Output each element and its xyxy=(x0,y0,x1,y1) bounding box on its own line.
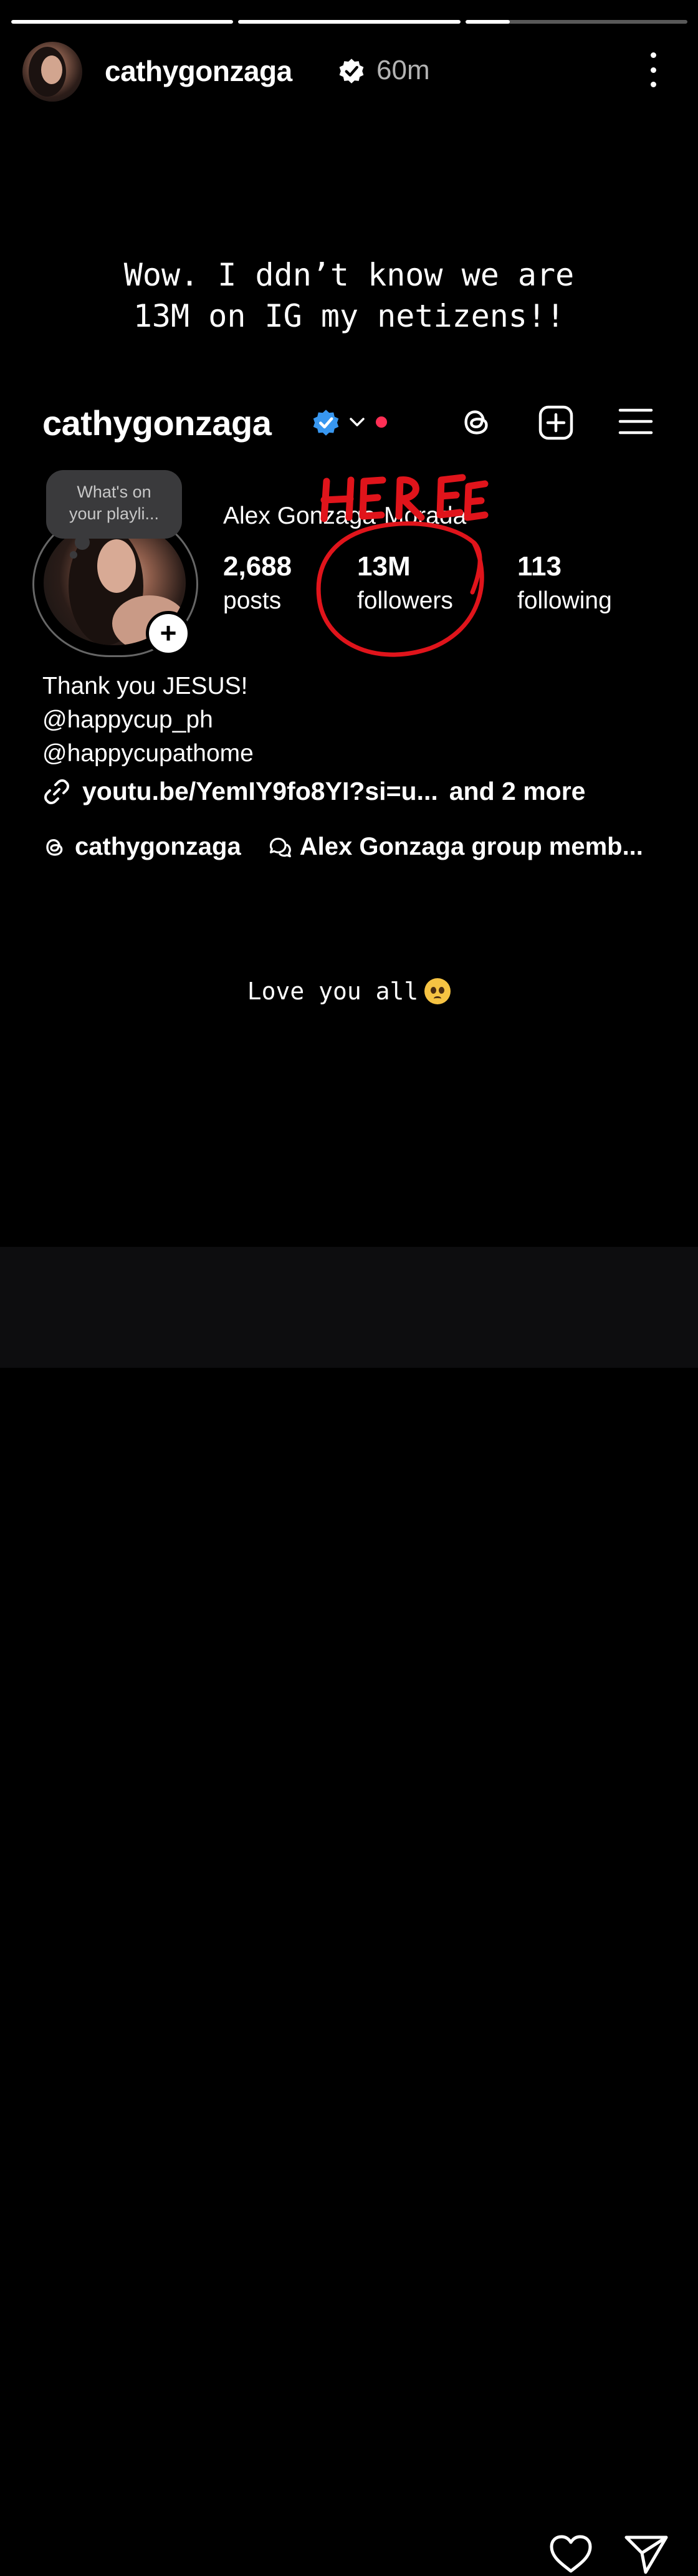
stat-followers: 13M followers xyxy=(357,551,453,615)
note-bubble-tail-small xyxy=(70,551,77,559)
caption-line-2: 13M on IG my netizens!! xyxy=(133,298,565,334)
profile-link-text: youtu.be/YemIY9fo8YI?si=u... xyxy=(82,777,438,805)
note-bubble: What's on your playli... xyxy=(46,470,182,539)
stat-posts: 2,688 posts xyxy=(223,551,292,615)
bio-line-2: @happycup_ph xyxy=(42,706,213,733)
progress-fill-3 xyxy=(465,20,510,24)
threads-handle: cathygonzaga xyxy=(75,833,241,860)
profile-verified-icon xyxy=(313,410,339,436)
story-viewer: cathygonzaga 60m Wow. I ddn’t know we ar… xyxy=(0,0,698,1247)
hamburger-menu-icon xyxy=(618,408,653,435)
story-progress xyxy=(11,20,687,24)
following-label: following xyxy=(517,587,612,614)
story-author-avatar[interactable] xyxy=(22,42,82,102)
threads-small-icon xyxy=(46,839,63,856)
chevron-down-icon xyxy=(350,418,365,426)
posts-label: posts xyxy=(223,587,282,614)
profile-full-name: Alex Gonzaga-Morada xyxy=(223,502,467,529)
profile-threads-row: cathygonzaga Alex Gonzaga group memb... xyxy=(42,833,643,861)
verified-badge-icon xyxy=(339,59,364,84)
following-count: 113 xyxy=(517,551,562,582)
followers-label: followers xyxy=(357,587,453,614)
caption-line-1: Wow. I ddn’t know we are xyxy=(123,257,575,293)
link-icon xyxy=(44,779,69,804)
group-chat-icon xyxy=(269,837,291,857)
progress-fill-1 xyxy=(11,20,234,24)
pleading-face-emoji-icon xyxy=(424,978,451,1004)
group-label: Alex Gonzaga group memb... xyxy=(299,833,643,860)
bio-line-3: @happycupathome xyxy=(42,740,254,767)
love-text: Love you all xyxy=(247,978,419,1005)
add-story-plus-icon: + xyxy=(146,611,191,656)
love-message: Love you all xyxy=(0,978,698,1005)
progress-segment-1 xyxy=(11,20,234,24)
progress-segment-3 xyxy=(465,20,687,24)
profile-link-more: and 2 more xyxy=(449,777,586,805)
stat-following: 113 following xyxy=(517,551,612,615)
progress-fill-2 xyxy=(238,20,461,24)
profile-username: cathygonzaga xyxy=(42,403,272,443)
note-line-1: What's on xyxy=(77,483,151,501)
profile-bio: Thank you JESUS! @happycup_ph @happycupa… xyxy=(42,670,254,771)
posts-count: 2,688 xyxy=(223,551,292,582)
story-timestamp: 60m xyxy=(376,55,430,85)
followers-count: 13M xyxy=(357,551,411,582)
profile-link-row: youtu.be/YemIY9fo8YI?si=u... and 2 more xyxy=(42,777,585,806)
new-post-icon xyxy=(538,405,573,440)
heart-icon[interactable] xyxy=(548,2534,593,2575)
story-caption: Wow. I ddn’t know we are 13M on IG my ne… xyxy=(0,254,698,337)
bio-line-1: Thank you JESUS! xyxy=(42,673,248,699)
more-options-icon[interactable] xyxy=(642,52,664,87)
notification-dot xyxy=(376,416,387,428)
story-author-username[interactable]: cathygonzaga xyxy=(105,54,292,88)
story-footer xyxy=(0,1247,698,2574)
note-line-2: your playli... xyxy=(69,504,160,523)
progress-segment-2 xyxy=(238,20,461,24)
threads-icon xyxy=(464,410,488,435)
send-icon[interactable] xyxy=(623,2532,669,2576)
